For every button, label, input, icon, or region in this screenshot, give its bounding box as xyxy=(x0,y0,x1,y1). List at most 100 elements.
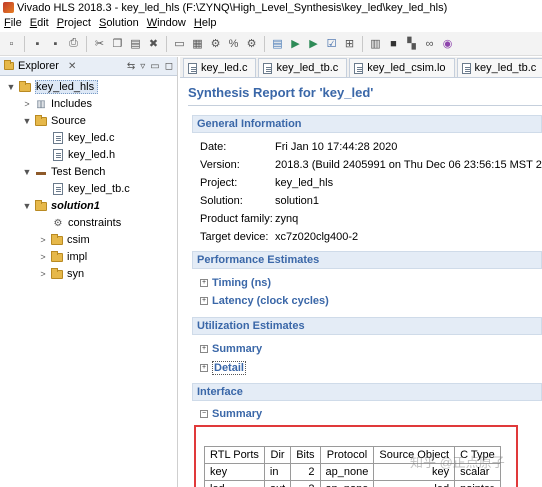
editor-tab[interactable]: key_led.c xyxy=(183,58,257,77)
link-editor-icon[interactable]: ⇆ xyxy=(127,61,135,72)
menu-file[interactable]: File xyxy=(4,17,22,29)
expander-utilization-detail[interactable]: + Detail xyxy=(200,361,246,375)
expander-label[interactable]: Summary xyxy=(212,343,262,355)
tree-item-label: csim xyxy=(67,234,90,246)
run-csim-icon[interactable]: ⚙ xyxy=(244,36,259,51)
layout-icon[interactable]: ▚ xyxy=(404,36,419,51)
chevron-right-icon[interactable]: > xyxy=(38,235,48,245)
editor-tab[interactable]: key_led_tb.c xyxy=(456,58,542,77)
tree-item-project[interactable]: ▼ key_led_hls xyxy=(6,79,99,95)
table-cell: in xyxy=(263,463,292,481)
expander-label[interactable]: Detail xyxy=(212,361,246,375)
explorer-tab-label: Explorer xyxy=(18,60,59,72)
c-file-icon xyxy=(52,132,64,144)
c-file-icon xyxy=(461,62,471,74)
expander-latency[interactable]: + Latency (clock cycles) xyxy=(200,295,329,307)
window-titlebar: Vivado HLS 2018.3 - key_led_hls (F:\ZYNQ… xyxy=(0,0,542,15)
tree-item-key-led-c[interactable]: key_led.c xyxy=(52,130,114,146)
paste-icon[interactable]: ▤ xyxy=(128,36,143,51)
tree-item-csim[interactable]: > csim xyxy=(38,232,90,248)
chevron-down-icon[interactable]: ▼ xyxy=(22,167,32,177)
toolbar-separator xyxy=(166,35,167,52)
collapse-minus-icon[interactable]: − xyxy=(200,410,208,418)
folder-icon xyxy=(51,233,63,246)
check-icon[interactable]: ☑ xyxy=(324,36,339,51)
tree-item-key-led-h[interactable]: key_led.h xyxy=(52,147,115,163)
toolbar-separator xyxy=(264,35,265,52)
info-key: Date: xyxy=(200,141,227,153)
menu-project[interactable]: Project xyxy=(57,17,91,29)
stop-icon[interactable]: ■ xyxy=(386,36,401,51)
run-icon[interactable]: ▶ xyxy=(306,36,321,51)
info-value: Fri Jan 10 17:44:28 2020 xyxy=(275,141,398,153)
editor-tab-label: key_led_tb.c xyxy=(276,62,339,74)
report-title: Synthesis Report for 'key_led' xyxy=(188,85,374,100)
editor-tab-label: key_led.c xyxy=(201,62,248,74)
tree-item-test-bench[interactable]: ▼ ▬ Test Bench xyxy=(22,164,106,180)
menu-window[interactable]: Window xyxy=(147,17,186,29)
chevron-right-icon[interactable]: > xyxy=(38,252,48,262)
menu-help[interactable]: Help xyxy=(194,17,217,29)
info-value: 2018.3 (Build 2405991 on Thu Dec 06 23:5… xyxy=(275,159,542,171)
chevron-down-icon[interactable]: ▼ xyxy=(22,201,32,211)
settings-icon[interactable]: ⚙ xyxy=(208,36,223,51)
menu-solution[interactable]: Solution xyxy=(99,17,139,29)
expander-interface-summary[interactable]: − Summary xyxy=(200,408,262,420)
expander-timing[interactable]: + Timing (ns) xyxy=(200,277,271,289)
export-rtl-icon[interactable]: ⊞ xyxy=(342,36,357,51)
watermark: 知乎 @正点原子 xyxy=(410,455,505,470)
compare-icon[interactable]: ▥ xyxy=(368,36,383,51)
maximize-icon[interactable]: ◻ xyxy=(165,61,173,72)
editor-tab[interactable]: key_led_csim.lo xyxy=(349,58,455,77)
delete-icon[interactable]: ✖ xyxy=(146,36,161,51)
testbench-icon: ▬ xyxy=(36,166,46,178)
expander-label[interactable]: Timing (ns) xyxy=(212,277,271,289)
expander-utilization-summary[interactable]: + Summary xyxy=(200,343,262,355)
tree-item-source[interactable]: ▼ Source xyxy=(22,113,86,129)
expand-plus-icon[interactable]: + xyxy=(200,297,208,305)
editor-tab[interactable]: key_led_tb.c xyxy=(258,58,348,77)
run-synthesis-icon[interactable]: ▤ xyxy=(270,36,285,51)
chevron-down-icon[interactable]: ▼ xyxy=(22,116,32,126)
expander-label[interactable]: Summary xyxy=(212,408,262,420)
chevron-right-icon[interactable]: > xyxy=(38,269,48,279)
tree-item-includes[interactable]: > ▥ Includes xyxy=(22,96,92,112)
save-all-icon[interactable]: ▪ xyxy=(48,36,63,51)
section-general-information: General Information xyxy=(192,115,542,133)
menu-edit[interactable]: Edit xyxy=(30,17,49,29)
copy-icon[interactable]: ❐ xyxy=(110,36,125,51)
cut-icon[interactable]: ✂ xyxy=(92,36,107,51)
c-file-icon xyxy=(188,62,197,74)
help-icon[interactable]: ◉ xyxy=(440,36,455,51)
open-file-icon[interactable]: ▭ xyxy=(172,36,187,51)
print-icon[interactable]: ⎙ xyxy=(66,36,81,51)
table-cell: pointer xyxy=(454,480,501,487)
chevron-right-icon[interactable]: > xyxy=(22,99,32,109)
tree-item-impl[interactable]: > impl xyxy=(38,249,87,265)
save-icon[interactable]: ▪ xyxy=(30,36,45,51)
section-heading: General Information xyxy=(197,118,302,130)
table-cell: key xyxy=(204,463,265,481)
expander-label[interactable]: Latency (clock cycles) xyxy=(212,295,329,307)
tree-item-constraints[interactable]: ⚙ constraints xyxy=(52,215,122,231)
tree-item-key-led-tb-c[interactable]: key_led_tb.c xyxy=(52,181,130,197)
run-cosim-icon[interactable]: ▶ xyxy=(288,36,303,51)
expand-plus-icon[interactable]: + xyxy=(200,279,208,287)
new-file-icon[interactable]: ▫ xyxy=(4,36,19,51)
new-solution-icon[interactable]: ▦ xyxy=(190,36,205,51)
debug-icon[interactable]: ∞ xyxy=(422,36,437,51)
section-interface: Interface xyxy=(192,383,542,401)
view-menu-icon[interactable]: ▿ xyxy=(140,61,145,72)
tree-item-syn[interactable]: > syn xyxy=(38,266,84,282)
folder-icon xyxy=(35,114,47,127)
table-cell: 2 xyxy=(290,480,321,487)
minimize-icon[interactable]: ▭ xyxy=(150,61,159,72)
toolbar-separator xyxy=(362,35,363,52)
close-icon[interactable]: ✕ xyxy=(68,61,76,72)
chevron-down-icon[interactable]: ▼ xyxy=(6,82,16,92)
tree-item-solution1[interactable]: ▼ solution1 xyxy=(22,198,100,214)
expand-plus-icon[interactable]: + xyxy=(200,345,208,353)
directives-icon[interactable]: % xyxy=(226,36,241,51)
explorer-tab[interactable]: Explorer ✕ xyxy=(4,60,76,72)
expand-plus-icon[interactable]: + xyxy=(200,364,208,372)
